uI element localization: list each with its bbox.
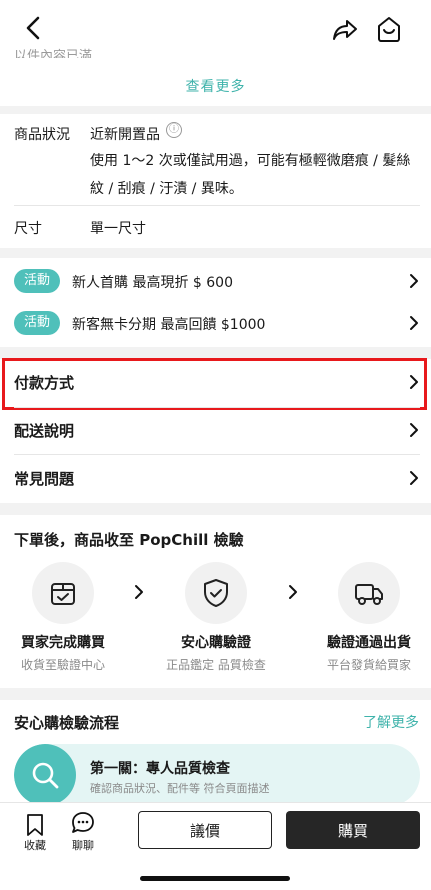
- flow-card-title: 第一關：專人品質檢查: [90, 761, 230, 777]
- learn-more-link[interactable]: 了解更多: [363, 712, 419, 732]
- size-label: 尺寸: [14, 221, 42, 237]
- section-divider: [0, 248, 431, 258]
- bargain-button[interactable]: 議價: [138, 811, 272, 849]
- home-icon[interactable]: [374, 14, 404, 44]
- condition-description: 使用 1～2 次或僅試用過，可能有極輕微磨痕 / 髮絲紋 / 刮痕 / 汙漬 /…: [90, 153, 411, 197]
- section-divider: [0, 688, 431, 700]
- promo-tag: 活動: [14, 269, 60, 293]
- chevron-right-icon: [289, 585, 297, 599]
- promo-text: 新人首購 最高現折 $ 600: [72, 275, 233, 291]
- divider: [14, 205, 420, 206]
- promo-row-installment[interactable]: 活動 新客無卡分期 最高回饋 $1000: [14, 311, 420, 335]
- faq-row[interactable]: 常見問題: [14, 468, 74, 489]
- promo-text: 新客無卡分期 最高回饋 $1000: [72, 317, 266, 333]
- chat-label[interactable]: 聊聊: [63, 837, 103, 853]
- truck-icon: [355, 584, 383, 605]
- size-value: 單一尺寸: [90, 221, 146, 237]
- highlight-box: [2, 358, 427, 410]
- flow-card-subtitle: 確認商品狀況、配件等 符合頁面描述: [90, 782, 270, 795]
- share-icon[interactable]: [330, 14, 360, 44]
- search-icon-circle: [14, 744, 76, 806]
- chevron-right-icon[interactable]: [409, 422, 419, 438]
- flow-title: 安心購檢驗流程: [14, 714, 120, 732]
- delivery-info-row[interactable]: 配送說明: [14, 420, 74, 441]
- step-subtitle: 平台發貨給買家: [326, 658, 411, 672]
- step-title: 買家完成購買: [21, 635, 105, 651]
- step-circle: [185, 562, 247, 624]
- bookmark-icon[interactable]: [20, 813, 50, 837]
- section-divider: [0, 503, 431, 515]
- inspection-title: 下單後，商品收至 PopChill 檢驗: [14, 531, 244, 549]
- step-title: 驗證通過出貨: [327, 635, 411, 651]
- back-arrow-icon[interactable]: [20, 14, 48, 42]
- step-subtitle: 收貨至驗證中心: [20, 658, 105, 672]
- chevron-right-icon[interactable]: [409, 470, 419, 486]
- condition-label: 商品狀況: [14, 127, 70, 143]
- step-circle: [338, 562, 400, 624]
- chevron-right-icon[interactable]: [409, 315, 419, 331]
- divider: [14, 407, 420, 408]
- divider: [14, 454, 420, 455]
- see-more-link[interactable]: 查看更多: [0, 76, 431, 96]
- shield-check-icon: [204, 579, 228, 607]
- buy-button[interactable]: 購買: [286, 811, 420, 849]
- chat-icon[interactable]: [68, 811, 98, 835]
- box-icon: [51, 583, 75, 605]
- favorite-label[interactable]: 收藏: [15, 837, 55, 853]
- flow-step-card[interactable]: 第一關：專人品質檢查 確認商品狀況、配件等 符合頁面描述: [14, 744, 420, 806]
- chevron-right-icon[interactable]: [409, 273, 419, 289]
- promo-tag: 活動: [14, 311, 60, 335]
- condition-title: 近新開置品: [90, 127, 160, 143]
- step-title: 安心購驗證: [181, 635, 251, 651]
- info-icon[interactable]: ⓘ: [166, 122, 182, 138]
- home-indicator: [140, 876, 290, 881]
- partial-text: 以件內容已滿: [14, 49, 93, 58]
- step-subtitle: 正品鑑定 品質檢查: [166, 658, 266, 672]
- chevron-right-icon: [135, 585, 143, 599]
- section-divider: [0, 106, 431, 114]
- search-icon: [32, 762, 59, 789]
- step-circle: [32, 562, 94, 624]
- promo-row-new-user[interactable]: 活動 新人首購 最高現折 $ 600: [14, 269, 420, 293]
